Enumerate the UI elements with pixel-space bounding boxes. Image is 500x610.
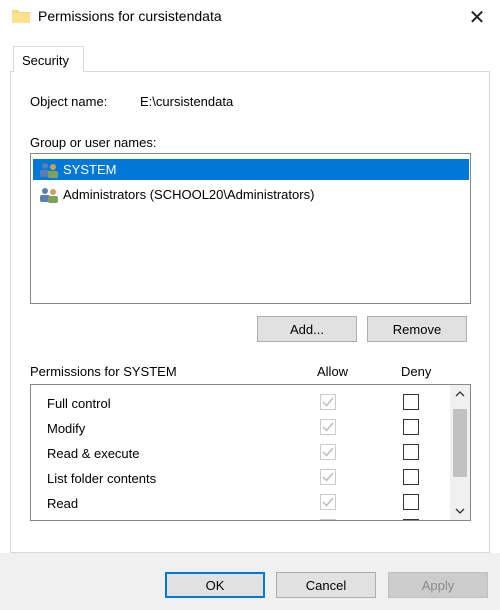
group-user-names-label: Group or user names: [30, 135, 157, 150]
close-icon: ✕ [468, 6, 486, 29]
checkmark-icon [322, 472, 334, 482]
remove-button[interactable]: Remove [367, 316, 467, 342]
users-icon [40, 187, 58, 203]
permission-name: List folder contents [47, 471, 157, 486]
deny-checkbox[interactable] [403, 394, 419, 410]
checkmark-icon [322, 422, 334, 432]
cancel-button-label: Cancel [305, 577, 347, 593]
apply-button-label: Apply [421, 577, 455, 593]
deny-column-header: Deny [401, 364, 432, 379]
checkmark-icon [322, 497, 334, 507]
cancel-button[interactable]: Cancel [276, 572, 376, 598]
deny-checkbox[interactable] [403, 419, 419, 435]
allow-checkbox [320, 519, 336, 520]
permission-name: Read & execute [47, 446, 140, 461]
permission-name: Full control [47, 396, 111, 411]
scroll-up-arrow-icon[interactable] [450, 385, 470, 403]
object-name-label: Object name: [30, 94, 108, 109]
permissions-list[interactable]: Full control Modify Read & execute List … [30, 384, 471, 521]
scroll-down-arrow-icon[interactable] [450, 502, 470, 520]
permission-name: Modify [47, 421, 86, 436]
users-icon [40, 162, 58, 178]
checkmark-icon [322, 447, 334, 457]
title-bar: Permissions for cursistendata ✕ [0, 0, 500, 34]
permission-row: Read & execute [31, 442, 449, 466]
add-button-label: Add... [290, 321, 324, 337]
user-list-item[interactable]: Administrators (SCHOOL20\Administrators) [33, 184, 469, 205]
checkmark-icon [322, 397, 334, 407]
tab-security[interactable]: Security [13, 46, 84, 72]
allow-checkbox [320, 469, 336, 485]
tab-security-label: Security [22, 53, 69, 68]
allow-checkbox [320, 444, 336, 460]
allow-checkbox [320, 419, 336, 435]
permission-name: Read [47, 496, 79, 511]
user-list-item-label: SYSTEM [63, 162, 117, 177]
deny-checkbox[interactable] [403, 444, 419, 460]
ok-button[interactable]: OK [165, 572, 265, 598]
permission-row: List folder contents [31, 467, 449, 491]
allow-checkbox [320, 494, 336, 510]
permissions-scrollbar[interactable] [450, 385, 470, 520]
add-button[interactable]: Add... [257, 316, 357, 342]
allow-column-header: Allow [317, 364, 349, 379]
permission-row: Modify [31, 417, 449, 441]
close-button[interactable]: ✕ [454, 0, 500, 34]
permission-row: Read [31, 492, 449, 516]
remove-button-label: Remove [392, 321, 442, 337]
deny-checkbox[interactable] [403, 494, 419, 510]
folder-icon [12, 10, 30, 23]
user-list[interactable]: SYSTEM Administrators (SCHOOL20\Administ… [30, 153, 471, 304]
window-title: Permissions for cursistendata [38, 8, 222, 24]
apply-button[interactable]: Apply [388, 572, 488, 598]
scroll-thumb[interactable] [453, 409, 467, 477]
user-list-item[interactable]: SYSTEM [33, 159, 469, 180]
permission-row-partial [31, 517, 449, 520]
user-list-item-label: Administrators (SCHOOL20\Administrators) [63, 187, 315, 202]
deny-checkbox[interactable] [403, 519, 419, 520]
allow-checkbox [320, 394, 336, 410]
ok-button-label: OK [205, 577, 225, 593]
deny-checkbox[interactable] [403, 469, 419, 485]
permission-row: Full control [31, 392, 449, 416]
permissions-header: Permissions for SYSTEM [30, 364, 177, 379]
object-name-value: E:\cursistendata [140, 94, 234, 109]
